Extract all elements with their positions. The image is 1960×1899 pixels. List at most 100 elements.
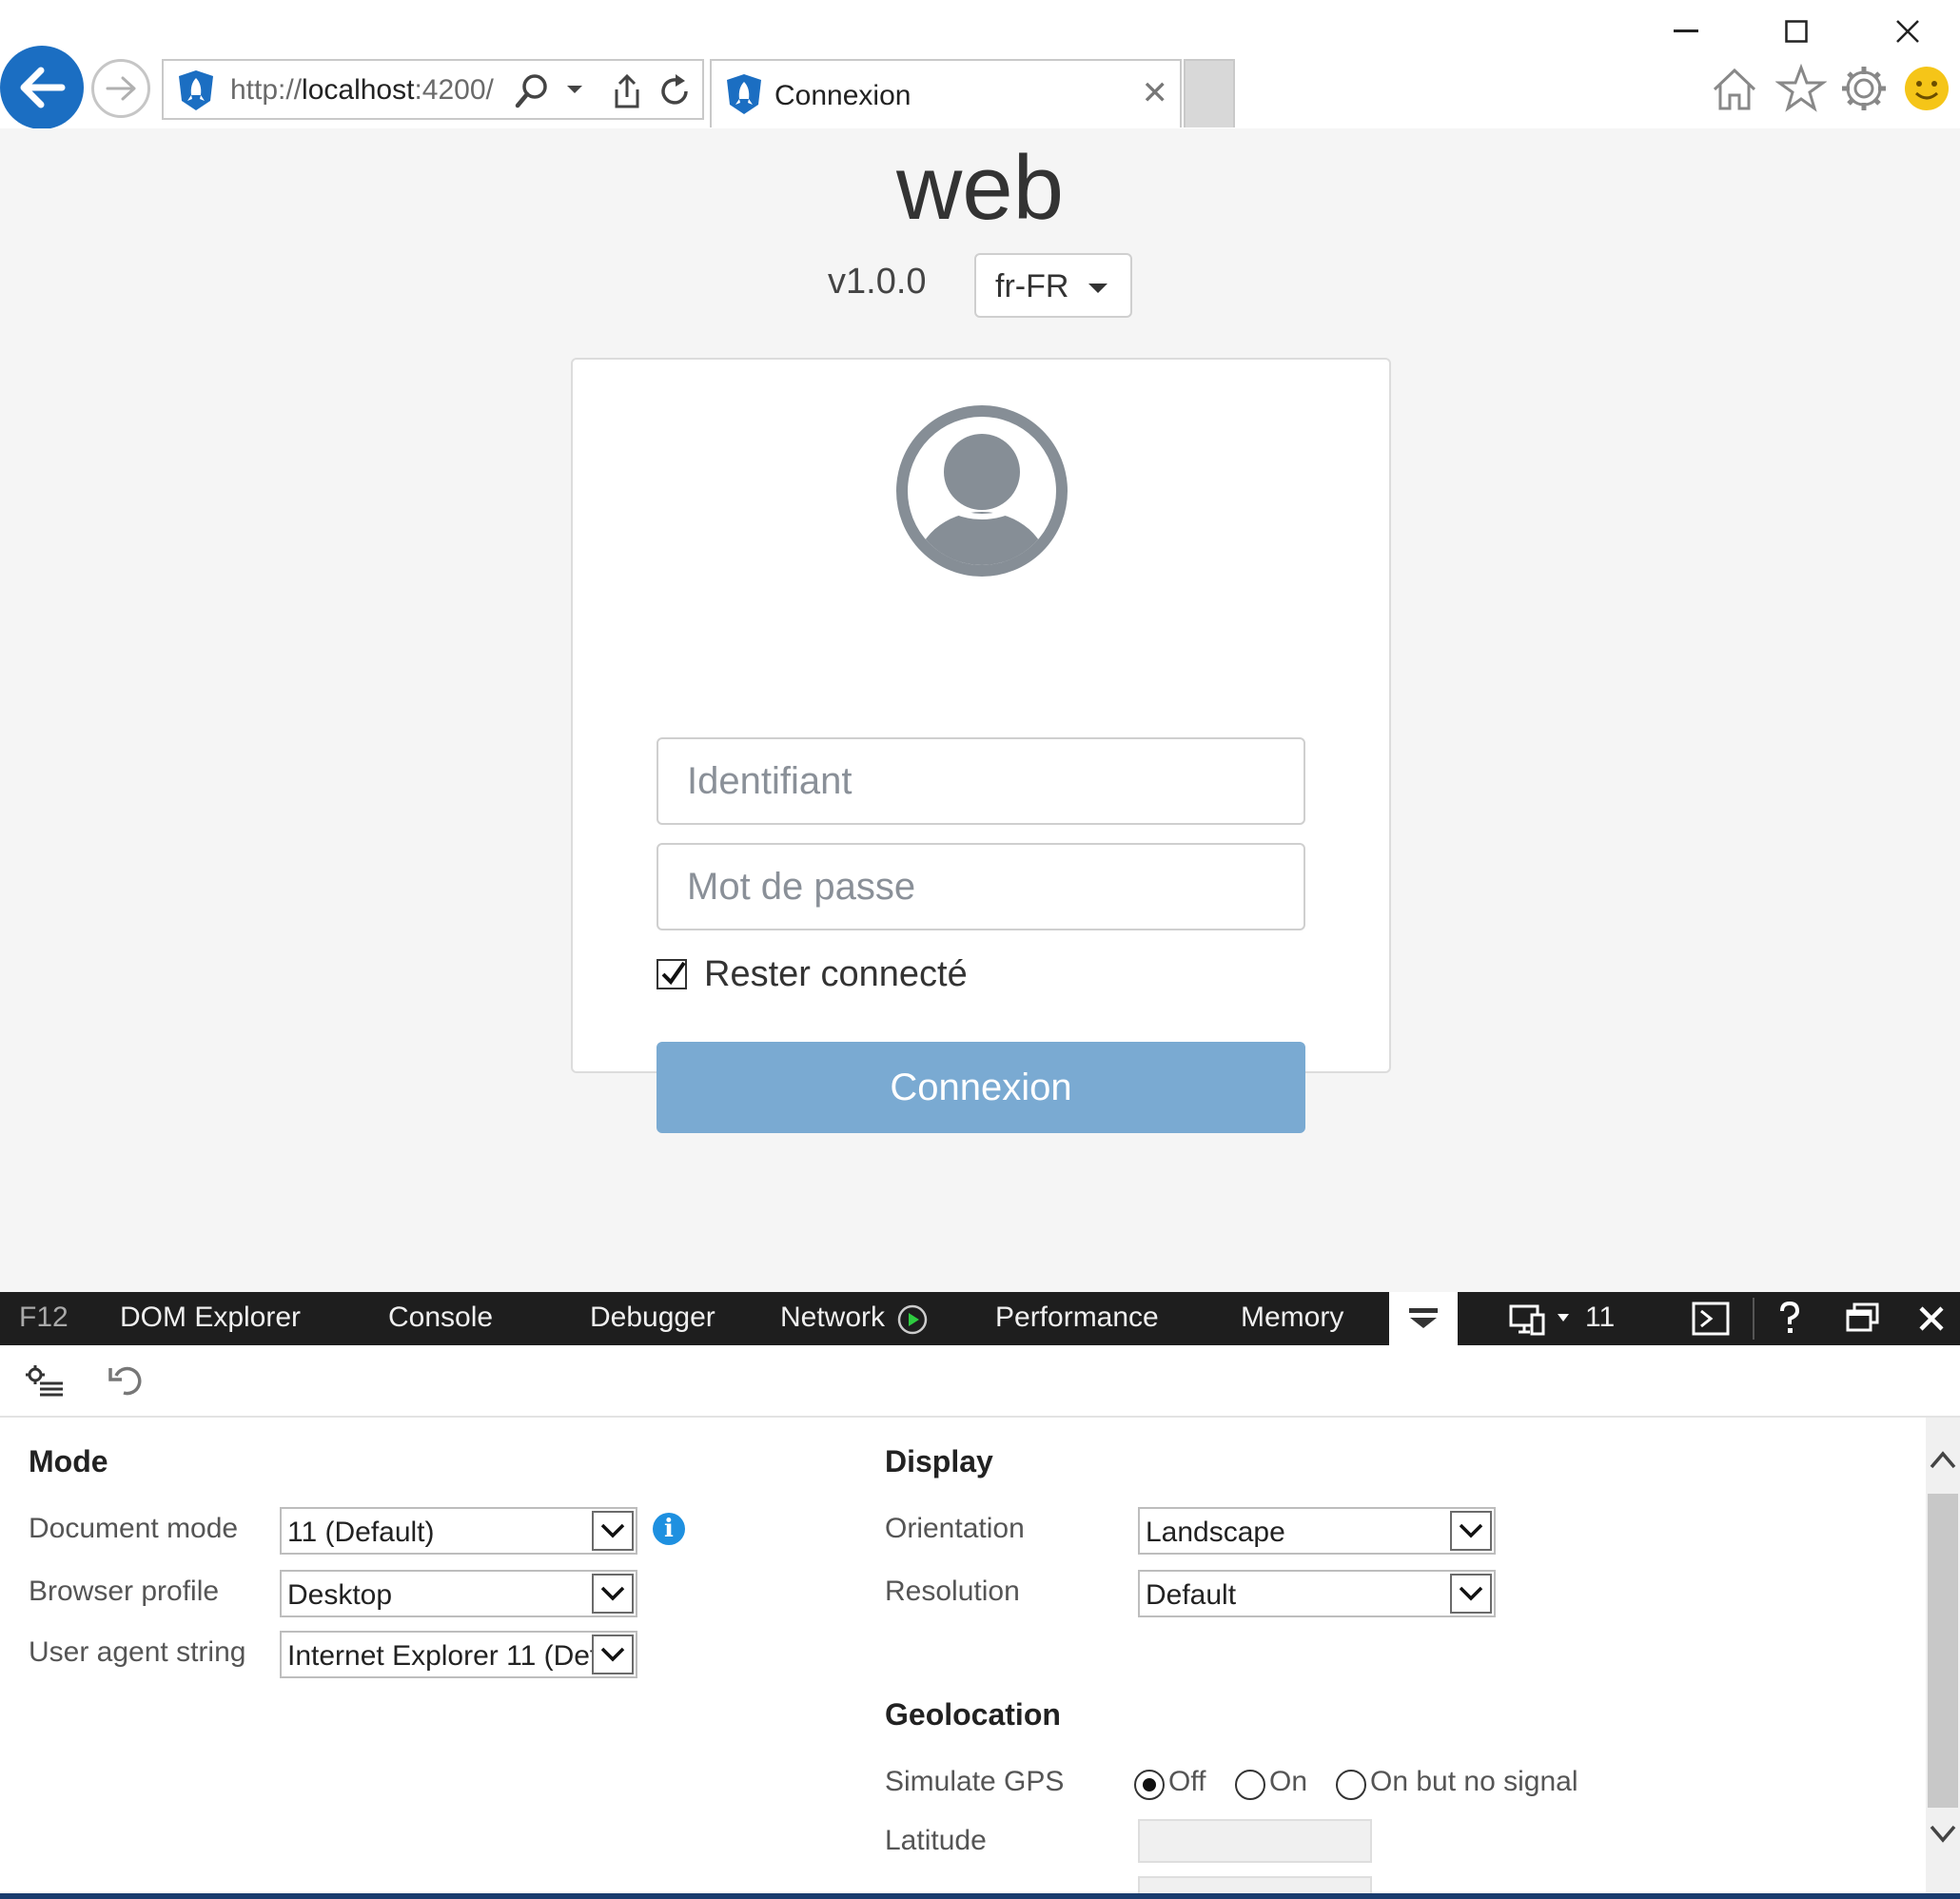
- forward-arrow-icon: [106, 76, 136, 101]
- scroll-up-icon[interactable]: [1930, 1450, 1956, 1469]
- share-icon[interactable]: [611, 72, 643, 110]
- gps-no-signal-label: On but no signal: [1370, 1766, 1578, 1797]
- emulation-scrollbar[interactable]: [1926, 1418, 1960, 1895]
- resolution-label: Resolution: [885, 1576, 1020, 1607]
- refresh-icon[interactable]: [657, 72, 693, 110]
- browser-profile-label: Browser profile: [29, 1576, 220, 1607]
- new-tab-button[interactable]: [1184, 59, 1235, 127]
- username-field[interactable]: [657, 737, 1305, 825]
- gps-on-label: On: [1269, 1766, 1308, 1797]
- maximize-button[interactable]: [1768, 8, 1825, 55]
- document-mode-value: 11 (Default): [287, 1517, 435, 1548]
- username-input[interactable]: [658, 739, 1303, 823]
- gps-no-signal-radio[interactable]: [1336, 1770, 1366, 1800]
- devtools-tabbar: F12 DOM Explorer Console Debugger Networ…: [0, 1292, 1960, 1345]
- devtools-f12-label: F12: [19, 1302, 69, 1333]
- tab-emulation[interactable]: [1389, 1292, 1458, 1345]
- settings-gear-icon[interactable]: [1838, 63, 1890, 114]
- minimize-icon: [1674, 29, 1698, 32]
- language-value: fr-FR: [995, 268, 1069, 304]
- close-devtools-icon[interactable]: [1918, 1305, 1945, 1332]
- orientation-label: Orientation: [885, 1513, 1025, 1544]
- remember-me[interactable]: Rester connecté: [657, 953, 968, 994]
- longitude-input: [1138, 1876, 1372, 1895]
- chevron-down-icon: [1450, 1574, 1492, 1614]
- address-url: http://localhost:4200/: [230, 74, 494, 106]
- app-version: v1.0.0: [828, 262, 927, 302]
- gps-off-radio[interactable]: [1134, 1770, 1165, 1800]
- settings-list-icon[interactable]: [25, 1364, 65, 1399]
- tab-performance[interactable]: Performance: [995, 1302, 1159, 1334]
- user-avatar-icon: [896, 405, 1068, 577]
- emulation-toolbar: [0, 1345, 1960, 1418]
- target-device-icon[interactable]: [1509, 1303, 1553, 1338]
- address-bar[interactable]: http://localhost:4200/: [162, 59, 704, 120]
- gps-on-radio[interactable]: [1235, 1770, 1265, 1800]
- simulate-gps-label: Simulate GPS: [885, 1766, 1065, 1797]
- dropdown-arrow-icon[interactable]: [565, 84, 584, 95]
- chevron-down-icon: [1450, 1511, 1492, 1551]
- caret-down-icon: [1088, 284, 1107, 293]
- resolution-value: Default: [1146, 1579, 1237, 1611]
- geolocation-title: Geolocation: [885, 1697, 1061, 1732]
- browser-chrome: http://localhost:4200/ Connexion ✕: [0, 0, 1960, 129]
- login-button[interactable]: Connexion: [657, 1042, 1305, 1133]
- tab-connexion[interactable]: Connexion ✕: [710, 59, 1182, 127]
- browser-profile-select[interactable]: Desktop: [280, 1570, 637, 1617]
- emulation-panel: Mode Document mode 11 (Default) i Browse…: [0, 1418, 1926, 1895]
- feedback-smiley-icon[interactable]: [1901, 63, 1952, 114]
- home-icon[interactable]: [1709, 63, 1760, 114]
- orientation-value: Landscape: [1146, 1517, 1285, 1548]
- user-agent-label: User agent string: [29, 1636, 246, 1668]
- tab-console[interactable]: Console: [388, 1302, 493, 1334]
- password-field[interactable]: [657, 843, 1305, 930]
- display-title: Display: [885, 1444, 993, 1478]
- network-record-icon[interactable]: [896, 1303, 929, 1336]
- angular-favicon-icon: [727, 74, 761, 114]
- forward-button[interactable]: [91, 59, 150, 118]
- close-icon: [1896, 20, 1919, 43]
- maximize-icon: [1785, 20, 1808, 43]
- search-icon[interactable]: [514, 72, 550, 110]
- latitude-input: [1138, 1819, 1372, 1863]
- tab-memory[interactable]: Memory: [1241, 1302, 1343, 1334]
- login-card: Rester connecté Connexion: [571, 358, 1391, 1133]
- document-mode-select[interactable]: 11 (Default): [280, 1507, 637, 1555]
- resolution-select[interactable]: Default: [1138, 1570, 1496, 1617]
- tab-network[interactable]: Network: [780, 1302, 885, 1334]
- language-select[interactable]: fr-FR: [974, 253, 1132, 318]
- scroll-down-icon[interactable]: [1930, 1825, 1956, 1844]
- chevron-down-icon: [592, 1574, 634, 1614]
- minimize-button[interactable]: [1657, 8, 1715, 55]
- user-agent-select[interactable]: Internet Explorer 11 (Default): [280, 1631, 637, 1678]
- scrollbar-thumb[interactable]: [1928, 1494, 1958, 1808]
- reset-undo-icon[interactable]: [107, 1364, 145, 1399]
- back-arrow-icon: [20, 67, 66, 108]
- app-title: web: [895, 137, 1065, 239]
- remember-label: Rester connecté: [704, 953, 968, 994]
- orientation-select[interactable]: Landscape: [1138, 1507, 1496, 1555]
- dropdown-arrow-icon[interactable]: [1557, 1313, 1570, 1322]
- undock-icon[interactable]: [1846, 1302, 1880, 1334]
- remember-checkbox[interactable]: [657, 959, 687, 989]
- console-prompt-icon[interactable]: [1692, 1302, 1730, 1336]
- user-agent-value: Internet Explorer 11 (Default): [287, 1640, 592, 1672]
- info-icon[interactable]: i: [653, 1513, 685, 1545]
- page-viewport: web v1.0.0 fr-FR Rester connecté C: [0, 128, 1960, 1292]
- tab-debugger[interactable]: Debugger: [590, 1302, 715, 1334]
- latitude-label: Latitude: [885, 1825, 987, 1856]
- chevron-down-icon: [592, 1635, 634, 1674]
- tab-dom-explorer[interactable]: DOM Explorer: [120, 1302, 301, 1334]
- angular-favicon-icon: [179, 70, 213, 110]
- help-icon[interactable]: [1777, 1302, 1802, 1336]
- emulation-icon: [1409, 1308, 1438, 1328]
- chevron-down-icon: [592, 1511, 634, 1551]
- divider: [1753, 1298, 1754, 1340]
- emulation-version: 11: [1585, 1302, 1616, 1333]
- close-window-button[interactable]: [1879, 8, 1936, 55]
- password-input[interactable]: [658, 845, 1303, 929]
- tab-title: Connexion: [774, 80, 911, 111]
- tab-close-icon[interactable]: ✕: [1142, 74, 1169, 112]
- favorites-star-icon[interactable]: [1775, 63, 1827, 114]
- back-button[interactable]: [0, 46, 84, 129]
